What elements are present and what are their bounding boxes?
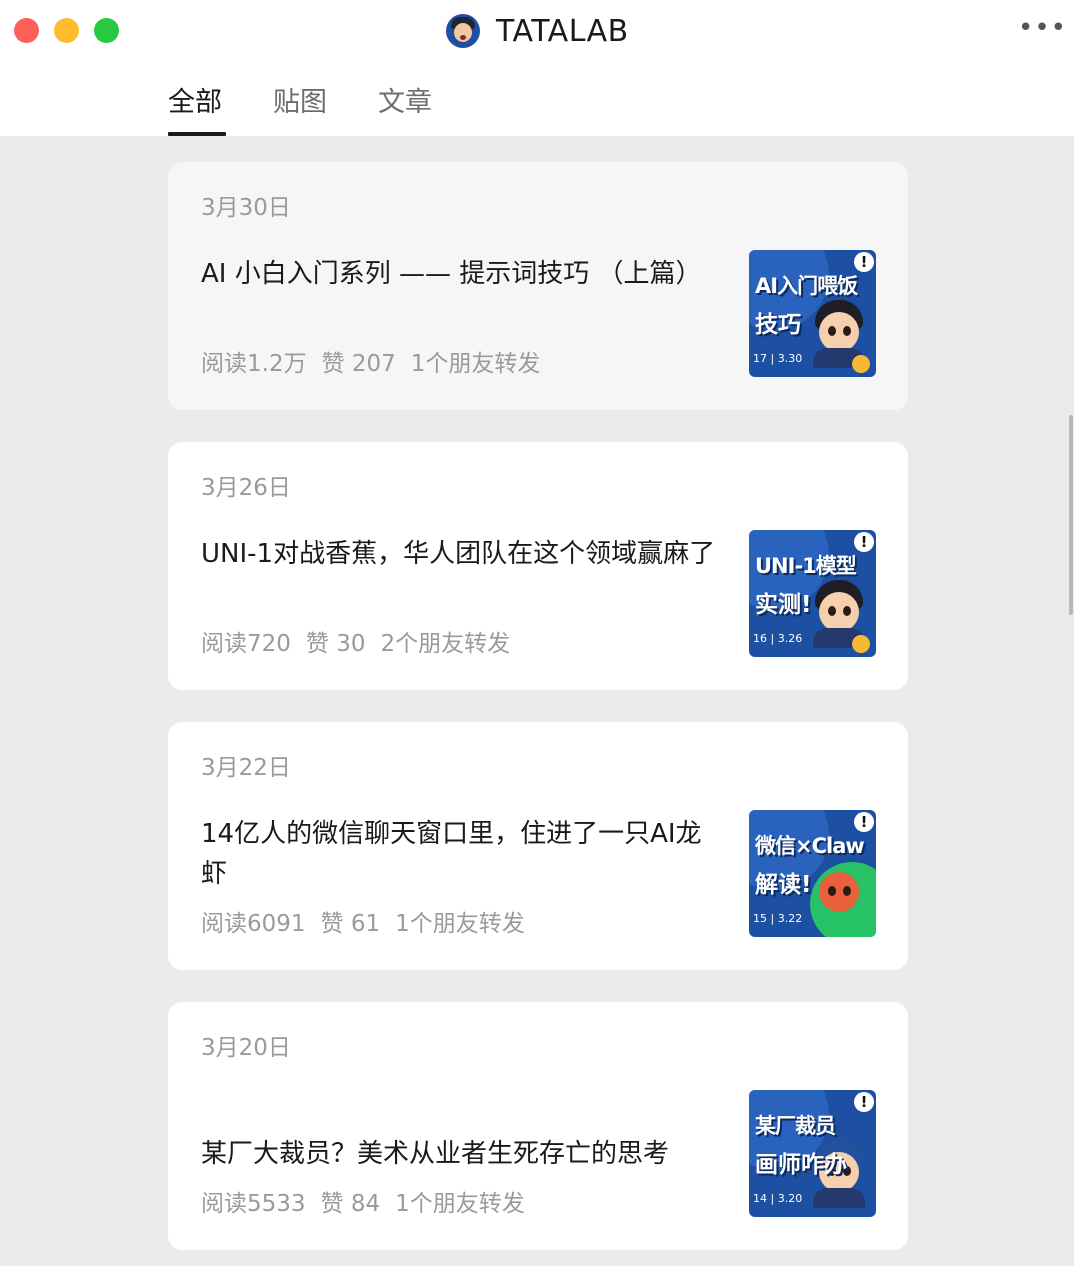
article-card[interactable]: 3月22日 14亿人的微信聊天窗口里，住进了一只AI龙虾 阅读6091 赞 61 1… [168, 722, 908, 970]
article-title[interactable]: AI 小白入门系列 —— 提示词技巧 （上篇） [201, 254, 716, 294]
emoji-badge-icon [852, 635, 870, 653]
cover-issue-tag: 16 | 3.26 [753, 632, 803, 645]
close-window-button[interactable] [14, 18, 39, 43]
like-count: 赞 30 [305, 631, 366, 657]
article-cover-image[interactable]: 某厂裁员 画师咋办 14 | 3.20 ! [749, 1090, 876, 1217]
read-count: 阅读6091 [201, 911, 306, 937]
article-date: 3月30日 [201, 195, 291, 221]
article-stats: 阅读6091 赞 61 1个朋友转发 [201, 904, 540, 938]
article-card[interactable]: 3月26日 UNI-1对战香蕉，华人团队在这个领域赢麻了 阅读720 赞 30 2个… [168, 442, 908, 690]
article-stats: 阅读5533 赞 84 1个朋友转发 [201, 1184, 540, 1218]
cover-issue-tag: 15 | 3.22 [753, 912, 803, 925]
cover-issue-tag: 17 | 3.30 [753, 352, 803, 365]
minimize-window-button[interactable] [54, 18, 79, 43]
read-count: 阅读720 [201, 631, 291, 657]
cover-headline: 某厂裁员 [755, 1114, 836, 1138]
cover-headline: 微信×Claw [755, 834, 865, 858]
article-date: 3月20日 [201, 1035, 291, 1061]
cartoon-character-icon [813, 580, 865, 648]
share-count: 1个朋友转发 [395, 911, 525, 937]
article-cover-image[interactable]: AI入门喂饭 技巧 17 | 3.30 ! [749, 250, 876, 377]
scrollbar-thumb[interactable] [1069, 415, 1073, 615]
cover-issue-tag: 14 | 3.20 [753, 1192, 803, 1205]
article-cover-image[interactable]: 微信×Claw 解读! 15 | 3.22 ! [749, 810, 876, 937]
cartoon-character-icon [813, 300, 865, 368]
share-count: 1个朋友转发 [395, 1191, 525, 1217]
exclamation-icon: ! [854, 812, 874, 832]
article-card[interactable]: 3月20日 某厂大裁员？美术从业者生死存亡的思考 阅读5533 赞 84 1个朋友转… [168, 1002, 908, 1250]
zoom-window-button[interactable] [94, 18, 119, 43]
account-header[interactable]: TATALAB [446, 12, 629, 50]
read-count: 阅读5533 [201, 1191, 306, 1217]
cover-subheadline: 实测! [755, 592, 812, 618]
article-stats: 阅读720 赞 30 2个朋友转发 [201, 624, 525, 658]
exclamation-icon: ! [854, 252, 874, 272]
article-date: 3月26日 [201, 475, 291, 501]
window-titlebar: TATALAB ••• 全部 贴图 文章 [0, 0, 1074, 136]
like-count: 赞 207 [321, 351, 396, 377]
more-options-button[interactable]: ••• [1018, 14, 1066, 46]
share-count: 1个朋友转发 [410, 351, 541, 377]
like-count: 赞 61 [320, 911, 381, 937]
account-name: TATALAB [496, 13, 629, 49]
share-count: 2个朋友转发 [380, 631, 511, 657]
article-title[interactable]: 14亿人的微信聊天窗口里，住进了一只AI龙虾 [201, 814, 716, 894]
exclamation-icon: ! [854, 532, 874, 552]
lobster-mascot-icon [813, 860, 865, 922]
cover-headline: AI入门喂饭 [755, 274, 858, 298]
exclamation-icon: ! [854, 1092, 874, 1112]
article-cover-image[interactable]: UNI-1模型 实测! 16 | 3.26 ! [749, 530, 876, 657]
read-count: 阅读1.2万 [201, 351, 307, 377]
cover-subheadline: 解读! [755, 872, 812, 898]
tab-articles[interactable]: 文章 [378, 80, 436, 136]
emoji-badge-icon [852, 355, 870, 373]
article-date: 3月22日 [201, 755, 291, 781]
article-title[interactable]: UNI-1对战香蕉，华人团队在这个领域赢麻了 [201, 534, 716, 574]
tab-images[interactable]: 贴图 [273, 80, 331, 136]
like-count: 赞 84 [320, 1191, 381, 1217]
cover-subheadline: 技巧 [755, 312, 801, 338]
article-stats: 阅读1.2万赞 207 1个朋友转发 [201, 344, 555, 378]
tab-all[interactable]: 全部 [168, 80, 226, 136]
cover-headline: UNI-1模型 [755, 554, 857, 578]
cover-subheadline: 画师咋办 [755, 1152, 847, 1178]
article-card[interactable]: 3月30日 AI 小白入门系列 —— 提示词技巧 （上篇） 阅读1.2万赞 20… [168, 162, 908, 410]
account-avatar[interactable] [446, 14, 480, 48]
article-title[interactable]: 某厂大裁员？美术从业者生死存亡的思考 [201, 1134, 716, 1174]
